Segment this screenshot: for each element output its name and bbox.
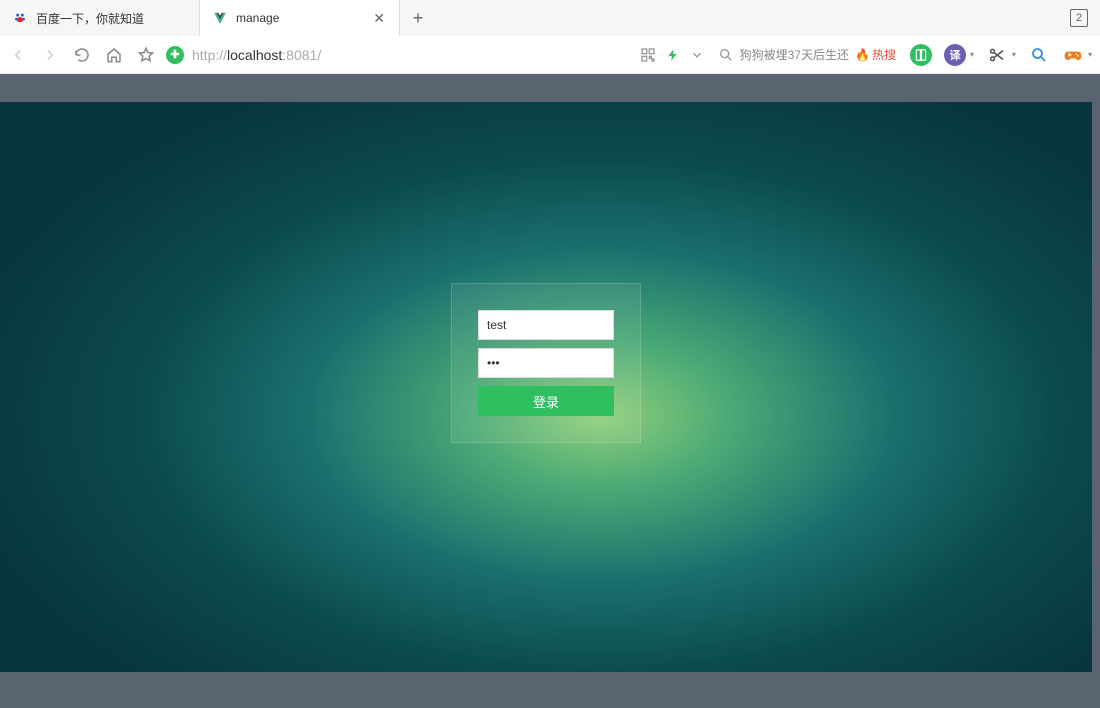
hot-label: 热搜 [872,46,896,63]
url-port: :8081 [282,47,317,63]
url-path: / [317,47,321,63]
bolt-icon[interactable] [666,48,680,62]
nav-buttons [8,45,156,65]
baidu-favicon-icon [12,10,28,26]
security-shield-icon[interactable]: ✚ [166,46,184,64]
url-area: ✚ http:// localhost :8081 / [166,46,321,64]
extension-translate-icon[interactable]: 译 [944,44,966,66]
tab-title: 百度一下，你就知道 [36,10,187,27]
extension-reader-icon[interactable] [910,44,932,66]
fire-icon: 🔥 [855,48,870,62]
tab-manage[interactable]: manage ✕ [200,0,400,36]
chevron-down-icon[interactable] [690,48,704,62]
login-form: 登录 [451,283,641,443]
tab-title: manage [236,11,363,25]
page-content: 登录 [0,102,1092,672]
tab-count-badge[interactable]: 2 [1070,9,1088,27]
toolbar: ✚ http:// localhost :8081 / 狗狗被埋37天后生还 [0,36,1100,74]
dropdown-caret-icon[interactable]: ▾ [1012,50,1016,59]
toolbar-right: 译 ▾ ▾ ▾ [910,44,1092,66]
close-icon[interactable]: ✕ [371,10,387,27]
hot-badge: 🔥 热搜 [855,46,896,63]
login-button[interactable]: 登录 [478,386,614,416]
extension-game-icon[interactable] [1062,44,1084,66]
search-area[interactable]: 狗狗被埋37天后生还 🔥 热搜 [714,46,900,63]
qr-icon[interactable] [640,47,656,63]
reload-button[interactable] [72,45,92,65]
extension-search-icon[interactable] [1028,44,1050,66]
dropdown-caret-icon[interactable]: ▾ [1088,50,1092,59]
search-icon [718,47,734,63]
browser-chrome: 百度一下，你就知道 manage ✕ + 2 [0,0,1100,74]
password-input[interactable] [478,348,614,378]
tab-baidu[interactable]: 百度一下，你就知道 [0,0,200,36]
extension-scissors-icon[interactable] [986,44,1008,66]
vue-favicon-icon [212,10,228,26]
dropdown-caret-icon[interactable]: ▾ [970,50,974,59]
search-trending-text: 狗狗被埋37天后生还 [740,46,849,63]
star-button[interactable] [136,45,156,65]
toolbar-center [331,47,703,63]
username-input[interactable] [478,310,614,340]
forward-button[interactable] [40,45,60,65]
home-button[interactable] [104,45,124,65]
url-host: localhost [227,47,282,63]
url-scheme: http:// [192,47,227,63]
new-tab-button[interactable]: + [400,0,436,36]
url-bar[interactable]: http:// localhost :8081 / [192,47,321,63]
tab-bar: 百度一下，你就知道 manage ✕ + 2 [0,0,1100,36]
viewport: 登录 [0,74,1100,708]
tab-bar-right: 2 [1070,0,1100,36]
back-button[interactable] [8,45,28,65]
